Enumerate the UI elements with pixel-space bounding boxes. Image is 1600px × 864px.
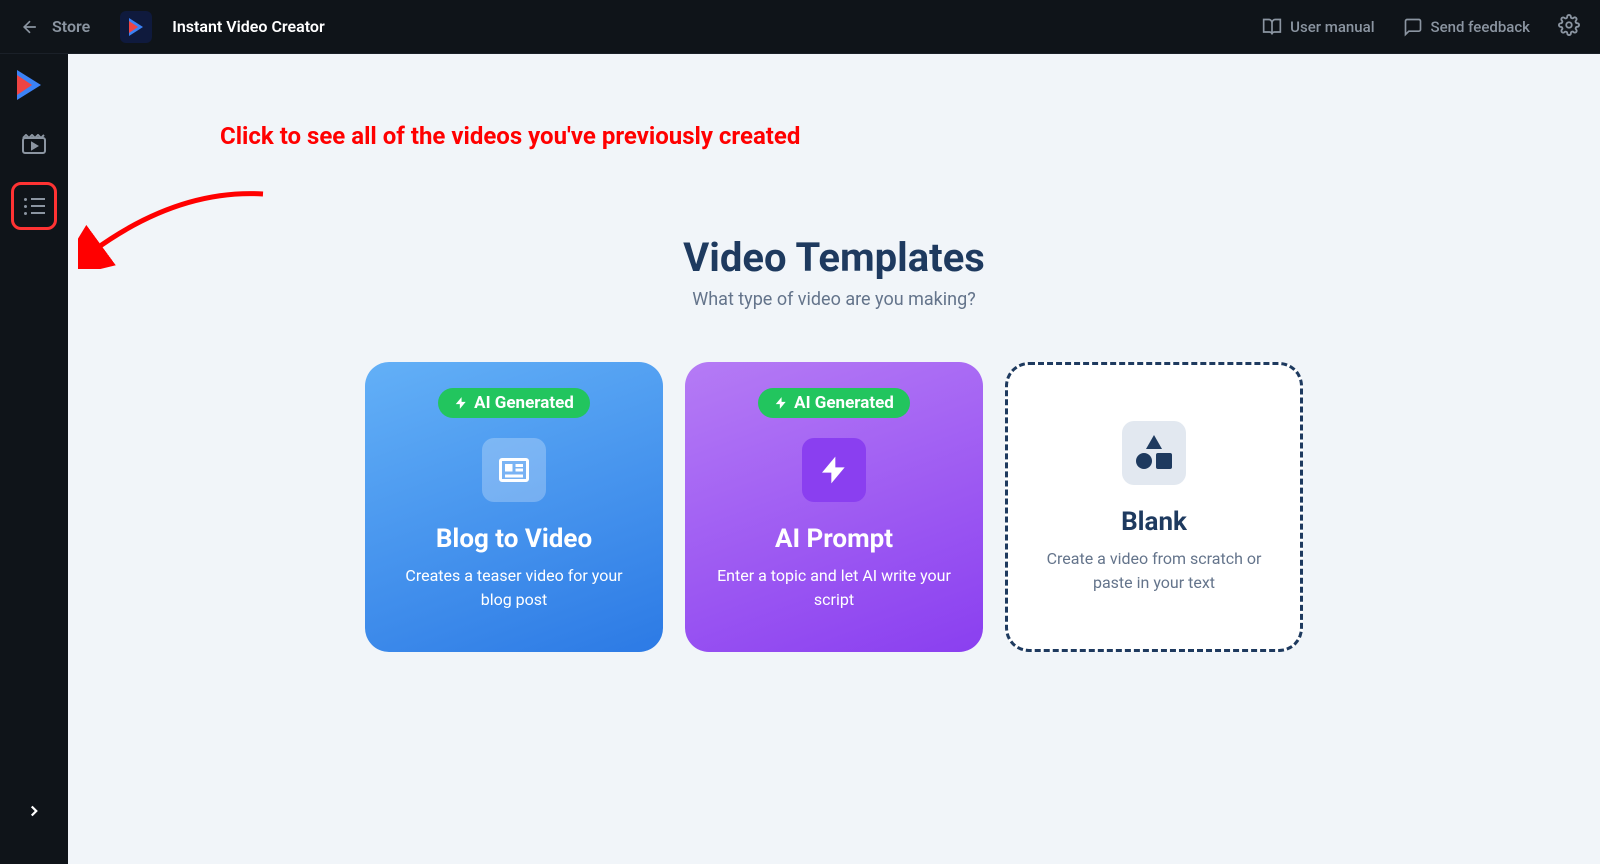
app-title: Instant Video Creator bbox=[172, 17, 324, 36]
newspaper-icon bbox=[482, 438, 546, 502]
ai-generated-badge: AI Generated bbox=[438, 388, 590, 418]
sidebar-item-video-history[interactable] bbox=[11, 182, 57, 230]
card-description: Creates a teaser video for your blog pos… bbox=[389, 564, 639, 612]
sidebar bbox=[0, 54, 68, 864]
page-title: Video Templates bbox=[683, 234, 985, 281]
card-title: Blank bbox=[1121, 507, 1187, 537]
back-arrow-icon[interactable] bbox=[20, 17, 40, 37]
user-manual-link[interactable]: User manual bbox=[1262, 17, 1374, 37]
send-feedback-link[interactable]: Send feedback bbox=[1403, 17, 1530, 37]
shapes-icon bbox=[1122, 421, 1186, 485]
store-link[interactable]: Store bbox=[52, 17, 90, 36]
card-description: Enter a topic and let AI write your scri… bbox=[709, 564, 959, 612]
message-icon bbox=[1403, 17, 1423, 37]
lightning-icon bbox=[454, 396, 468, 410]
gear-icon[interactable] bbox=[1558, 14, 1580, 40]
top-bar: Store Instant Video Creator User manual … bbox=[0, 0, 1600, 54]
sidebar-logo-icon[interactable] bbox=[17, 70, 51, 104]
badge-label: AI Generated bbox=[794, 393, 894, 413]
template-card-blank[interactable]: Blank Create a video from scratch or pas… bbox=[1005, 362, 1303, 652]
list-icon bbox=[24, 198, 45, 215]
badge-label: AI Generated bbox=[474, 393, 574, 413]
ai-generated-badge: AI Generated bbox=[758, 388, 910, 418]
card-description: Create a video from scratch or paste in … bbox=[1032, 547, 1276, 595]
annotation-arrow-icon bbox=[78, 179, 268, 269]
card-title: AI Prompt bbox=[775, 524, 893, 554]
lightning-icon bbox=[802, 438, 866, 502]
main-content: Click to see all of the videos you've pr… bbox=[68, 54, 1600, 864]
app-logo-icon bbox=[120, 11, 152, 43]
top-bar-right: User manual Send feedback bbox=[1262, 14, 1580, 40]
page-subtitle: What type of video are you making? bbox=[692, 289, 975, 310]
template-cards: AI Generated Blog to Video Creates a tea… bbox=[365, 362, 1303, 652]
top-bar-left: Store Instant Video Creator bbox=[20, 11, 325, 43]
template-card-blog-to-video[interactable]: AI Generated Blog to Video Creates a tea… bbox=[365, 362, 663, 652]
user-manual-label: User manual bbox=[1290, 18, 1374, 36]
template-card-ai-prompt[interactable]: AI Generated AI Prompt Enter a topic and… bbox=[685, 362, 983, 652]
send-feedback-label: Send feedback bbox=[1431, 18, 1530, 36]
annotation-callout: Click to see all of the videos you've pr… bbox=[220, 122, 800, 150]
card-title: Blog to Video bbox=[436, 524, 592, 554]
lightning-icon bbox=[774, 396, 788, 410]
chevron-right-icon[interactable] bbox=[25, 802, 43, 824]
video-editor-icon[interactable] bbox=[22, 134, 46, 182]
book-icon bbox=[1262, 17, 1282, 37]
